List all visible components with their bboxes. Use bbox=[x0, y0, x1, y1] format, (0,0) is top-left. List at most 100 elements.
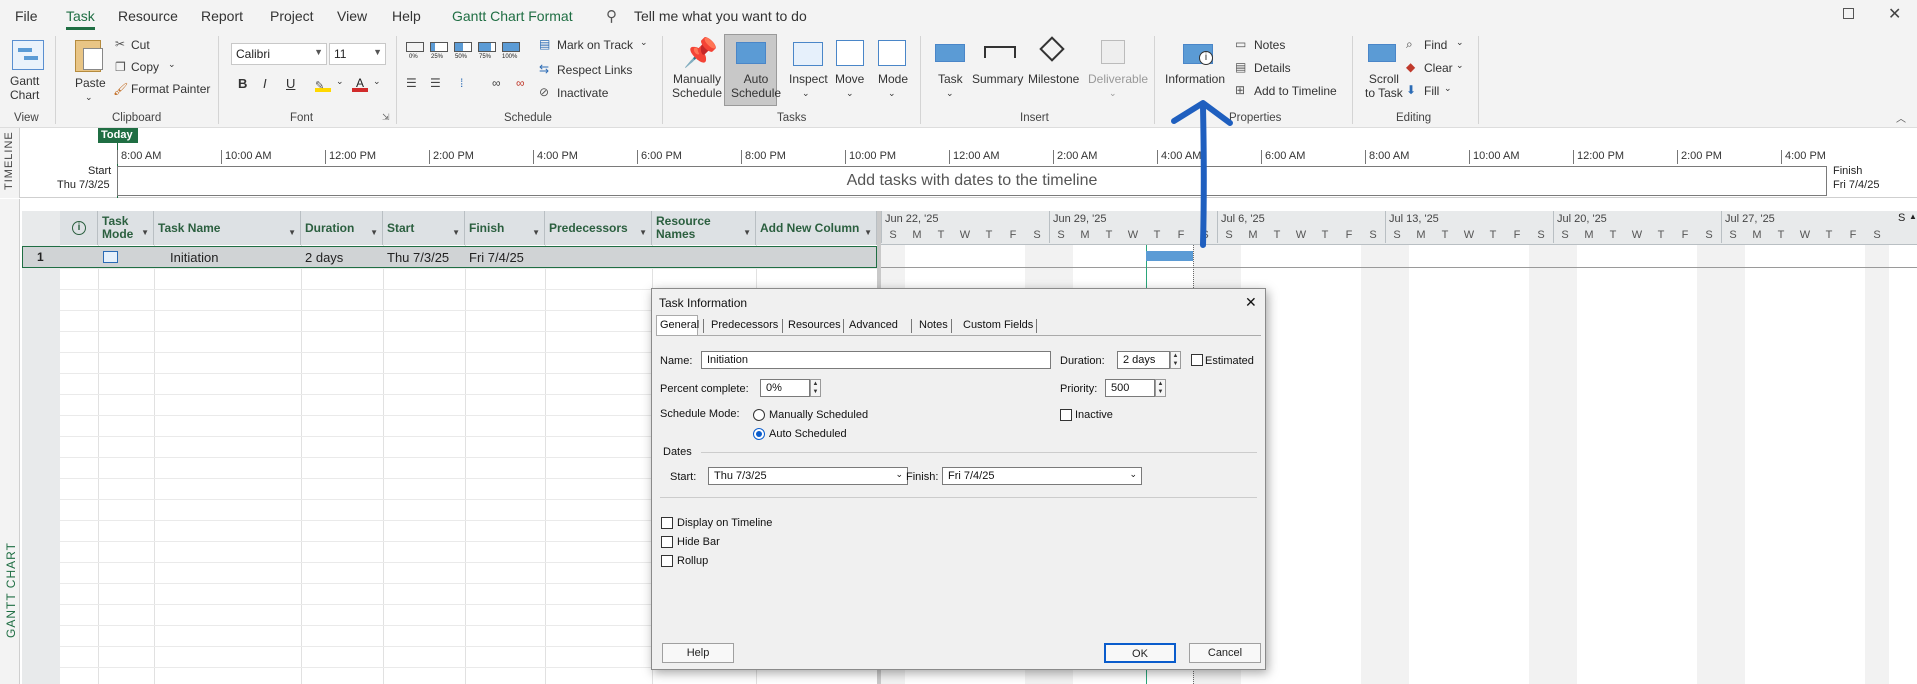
close-window-icon[interactable]: ✕ bbox=[1888, 4, 1901, 24]
chevron-down-icon[interactable]: ⌄ bbox=[168, 59, 176, 70]
menu-help[interactable]: Help bbox=[392, 8, 421, 24]
close-icon[interactable]: ✕ bbox=[1245, 294, 1257, 311]
underline-button[interactable]: U bbox=[286, 76, 295, 91]
cut-button[interactable]: Cut bbox=[131, 38, 150, 52]
unlink-icon[interactable]: ∞ bbox=[516, 76, 525, 90]
chevron-down-icon[interactable]: ⌄ bbox=[640, 37, 648, 48]
menu-report[interactable]: Report bbox=[201, 8, 243, 24]
menu-task[interactable]: Task bbox=[66, 8, 95, 30]
start-date-select[interactable]: Thu 7/3/25 ⌄ bbox=[708, 467, 908, 485]
find-button[interactable]: Find bbox=[1424, 38, 1447, 52]
duration-field[interactable]: 2 days bbox=[1117, 351, 1170, 369]
tab-notes[interactable]: Notes bbox=[919, 319, 948, 331]
chevron-down-icon[interactable]: ⌄ bbox=[373, 76, 381, 87]
auto-schedule-button[interactable]: Auto Schedule bbox=[731, 72, 781, 100]
indent-icon[interactable]: ☰ bbox=[430, 76, 441, 90]
scroll-to-task-button[interactable]: Scroll to Task bbox=[1365, 72, 1403, 100]
pct-25-icon[interactable] bbox=[430, 42, 448, 52]
highlight-color-icon[interactable]: ✎ bbox=[315, 78, 331, 92]
restore-window-icon[interactable] bbox=[1843, 8, 1854, 19]
duration-stepper[interactable]: ▲ ▼ bbox=[1170, 351, 1181, 369]
font-color-icon[interactable]: A bbox=[352, 76, 368, 92]
name-field[interactable]: Initiation bbox=[701, 351, 1051, 369]
add-to-timeline-button[interactable]: Add to Timeline bbox=[1254, 84, 1337, 98]
chevron-down-icon[interactable]: ⌄ bbox=[846, 86, 854, 100]
task-insert-button[interactable]: Task bbox=[938, 72, 963, 86]
gantt-chart-button[interactable]: Gantt Chart bbox=[10, 74, 39, 102]
manually-schedule-button[interactable]: Manually Schedule bbox=[672, 72, 722, 100]
move-button[interactable]: Move bbox=[835, 72, 864, 86]
fill-button[interactable]: Fill bbox=[1424, 84, 1439, 98]
tab-advanced[interactable]: Advanced bbox=[849, 319, 898, 331]
mode-button[interactable]: Mode bbox=[878, 72, 908, 86]
col-duration[interactable]: Duration ▼ bbox=[301, 211, 383, 245]
col-task-mode[interactable]: Task Mode ▼ bbox=[98, 211, 154, 245]
col-task-name[interactable]: Task Name ▼ bbox=[154, 211, 301, 245]
priority-field[interactable]: 500 bbox=[1105, 379, 1155, 397]
paste-button[interactable]: Paste bbox=[75, 76, 106, 90]
priority-stepper[interactable]: ▲ ▼ bbox=[1155, 379, 1166, 397]
menu-resource[interactable]: Resource bbox=[118, 8, 178, 24]
menu-file[interactable]: File bbox=[15, 8, 38, 24]
scroll-up-icon[interactable]: ▲ bbox=[1909, 212, 1917, 221]
display-on-timeline-checkbox[interactable] bbox=[661, 517, 673, 529]
chevron-down-icon[interactable]: ⌄ bbox=[1456, 37, 1464, 48]
tab-general[interactable]: General bbox=[660, 319, 699, 331]
inactive-checkbox[interactable] bbox=[1060, 409, 1072, 421]
duration-cell[interactable]: 2 days bbox=[301, 247, 347, 268]
pct-75-icon[interactable] bbox=[478, 42, 496, 52]
help-button[interactable]: Help bbox=[662, 643, 734, 663]
dialog-launcher-icon[interactable]: ⇲ bbox=[382, 112, 390, 123]
respect-links-button[interactable]: Respect Links bbox=[557, 63, 632, 77]
estimated-checkbox[interactable] bbox=[1191, 354, 1203, 366]
task-name-cell[interactable]: Initiation bbox=[166, 247, 222, 268]
col-resource-names[interactable]: Resource Names ▼ bbox=[652, 211, 756, 245]
menu-project[interactable]: Project bbox=[270, 8, 314, 24]
timeline-bar[interactable]: Add tasks with dates to the timeline bbox=[117, 166, 1827, 196]
chevron-down-icon[interactable]: ⌄ bbox=[1456, 60, 1464, 71]
pct-100-icon[interactable] bbox=[502, 42, 520, 52]
percent-complete-field[interactable]: 0% bbox=[760, 379, 810, 397]
summary-button[interactable]: Summary bbox=[972, 72, 1023, 86]
milestone-button[interactable]: Milestone bbox=[1028, 72, 1079, 86]
col-predecessors[interactable]: Predecessors ▼ bbox=[545, 211, 652, 245]
font-size-select[interactable]: 11 ▼ bbox=[329, 43, 386, 65]
finish-date-select[interactable]: Fri 7/4/25 ⌄ bbox=[942, 467, 1142, 485]
percent-stepper[interactable]: ▲ ▼ bbox=[810, 379, 821, 397]
information-button[interactable]: Information bbox=[1165, 72, 1225, 86]
italic-button[interactable]: I bbox=[263, 76, 267, 91]
rollup-checkbox[interactable] bbox=[661, 555, 673, 567]
tab-resources[interactable]: Resources bbox=[788, 319, 841, 331]
bold-button[interactable]: B bbox=[238, 76, 247, 91]
start-cell[interactable]: Thu 7/3/25 bbox=[383, 247, 453, 268]
clear-button[interactable]: Clear bbox=[1424, 61, 1453, 75]
tab-predecessors[interactable]: Predecessors bbox=[711, 319, 778, 331]
chevron-down-icon[interactable]: ⌄ bbox=[85, 90, 93, 104]
col-add-new[interactable]: Add New Column ▼ bbox=[756, 211, 877, 245]
col-finish[interactable]: Finish ▼ bbox=[465, 211, 545, 245]
manually-scheduled-radio[interactable] bbox=[753, 409, 765, 421]
chevron-down-icon[interactable]: ⌄ bbox=[946, 86, 954, 100]
cancel-button[interactable]: Cancel bbox=[1189, 643, 1261, 663]
mark-on-track-button[interactable]: Mark on Track bbox=[557, 38, 633, 52]
split-task-icon[interactable]: ⁞ bbox=[460, 76, 463, 90]
hide-bar-checkbox[interactable] bbox=[661, 536, 673, 548]
tab-custom-fields[interactable]: Custom Fields bbox=[963, 319, 1033, 331]
font-name-select[interactable]: Calibri ▼ bbox=[231, 43, 327, 65]
task-bar[interactable] bbox=[1146, 251, 1193, 261]
finish-cell[interactable]: Fri 7/4/25 bbox=[465, 247, 528, 268]
chevron-down-icon[interactable]: ⌄ bbox=[802, 86, 810, 100]
outdent-icon[interactable]: ☰ bbox=[406, 76, 417, 90]
inspect-button[interactable]: Inspect bbox=[789, 72, 828, 86]
copy-button[interactable]: Copy bbox=[131, 60, 159, 74]
collapse-ribbon-icon[interactable]: ︿ bbox=[1896, 110, 1906, 125]
pct-50-icon[interactable] bbox=[454, 42, 472, 52]
menu-gantt-format[interactable]: Gantt Chart Format bbox=[452, 8, 573, 24]
ok-button[interactable]: OK bbox=[1104, 643, 1176, 663]
inactivate-button[interactable]: Inactivate bbox=[557, 86, 608, 100]
chevron-down-icon[interactable]: ⌄ bbox=[336, 76, 344, 87]
link-icon[interactable]: ∞ bbox=[492, 76, 501, 90]
chevron-down-icon[interactable]: ⌄ bbox=[888, 86, 896, 100]
details-button[interactable]: Details bbox=[1254, 61, 1291, 75]
col-start[interactable]: Start ▼ bbox=[383, 211, 465, 245]
